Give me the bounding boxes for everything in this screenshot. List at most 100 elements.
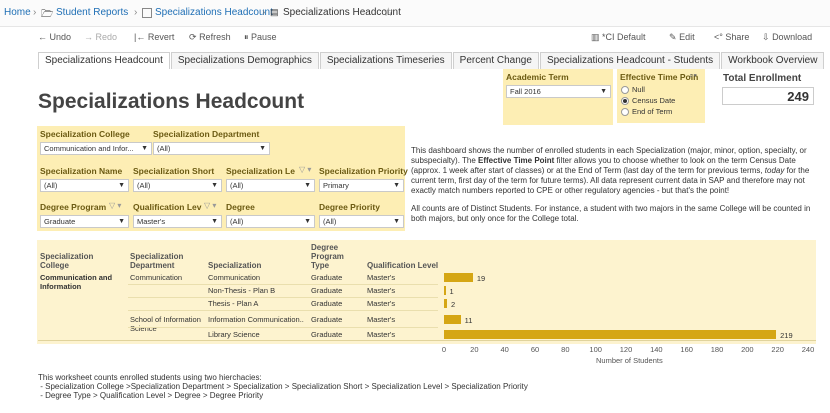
pause-icon: ⏸ [244, 32, 249, 42]
breadcrumb-workbook[interactable]: Specializations Headcount [155, 7, 273, 18]
pause-button[interactable]: ⏸ Pause [244, 32, 277, 43]
breadcrumb-home[interactable]: Home [4, 7, 31, 18]
tab-specializations-headcount[interactable]: Specializations Headcount [38, 52, 170, 69]
page-title: Specializations Headcount [38, 90, 305, 113]
qual-level-dropdown[interactable]: Master's ▼ [133, 215, 222, 228]
tab-percent-change[interactable]: Percent Change [452, 52, 539, 69]
bar-3[interactable] [444, 315, 461, 324]
bar-value-label: 11 [464, 316, 473, 325]
bar-value-label: 219 [780, 331, 793, 340]
view-icon: ▥ [591, 32, 600, 42]
x-axis-tick: 240 [801, 345, 815, 354]
degree-filter-label: Degree [226, 202, 255, 212]
custom-view-button[interactable]: ▥ *CI Default [591, 32, 646, 43]
degree-dropdown[interactable]: (All) ▼ [226, 215, 315, 228]
department-filter-label: Specialization Department [153, 129, 260, 139]
filter-icon[interactable]: ▽ ▾ [204, 201, 216, 210]
col-header-program-type: Degree Program Type [311, 243, 344, 270]
revert-icon: |← [134, 32, 146, 42]
qualification-cell: Master's [367, 330, 396, 339]
department-cell: Communication [130, 273, 183, 282]
filter-icon[interactable]: ▽ ▾ [109, 201, 121, 210]
caret-down-icon: ▼ [118, 182, 125, 189]
download-icon: ⇩ [762, 32, 770, 42]
option-census-date[interactable]: Census Date [621, 96, 675, 106]
x-axis-tick: 140 [650, 345, 663, 354]
radio-icon [621, 86, 629, 95]
degree-program-dropdown[interactable]: Graduate ▼ [40, 215, 129, 228]
tab-specializations-headcount-students[interactable]: Specializations Headcount - Students [539, 52, 721, 69]
specialization-cell: Communication [208, 273, 261, 282]
sheet-tabs: Specializations Headcount Specialization… [38, 52, 825, 69]
academic-term-label: Academic Term [506, 72, 569, 82]
edit-button[interactable]: ✎ Edit [669, 32, 695, 43]
undo-icon: ← [38, 32, 47, 42]
share-button[interactable]: <° Share [714, 32, 749, 42]
tab-specializations-demographics[interactable]: Specializations Demographics [170, 52, 319, 69]
breadcrumb-student-reports[interactable]: Student Reports [56, 7, 128, 18]
degree-program-filter-label: Degree Program [40, 202, 107, 212]
refresh-button[interactable]: ⟳ Refresh [189, 32, 231, 43]
x-axis-tick: 180 [710, 345, 724, 354]
name-dropdown[interactable]: (All) ▼ [40, 179, 129, 192]
tab-workbook-overview[interactable]: Workbook Overview [721, 52, 825, 69]
department-cell: School of Information Science [130, 315, 201, 333]
search-icon[interactable]: ⌕▾ [689, 71, 697, 81]
bar-0[interactable] [444, 273, 473, 282]
x-axis-tick: 100 [589, 345, 602, 354]
specialization-cell: Non-Thesis - Plan B [208, 286, 276, 295]
x-axis-tick: 20 [470, 345, 479, 354]
revert-button[interactable]: |← Revert [134, 32, 174, 42]
download-button[interactable]: ⇩ Download [762, 32, 812, 43]
favorite-star-icon[interactable]: ☆ [383, 5, 394, 19]
x-axis-tick: 200 [741, 345, 754, 354]
chevron-right-icon: › [262, 7, 266, 18]
priority-filter-label: Specialization Priority [319, 166, 408, 176]
program-type-cell: Graduate [311, 315, 343, 324]
college-cell: Communication and Information [40, 273, 113, 291]
program-type-cell: Graduate [311, 330, 343, 339]
bar-2[interactable] [444, 299, 448, 308]
level-dropdown[interactable]: (All) ▼ [226, 179, 315, 192]
total-enrollment-box: 249 [722, 87, 814, 105]
caret-down-icon: ▼ [393, 182, 400, 189]
option-end-of-term[interactable]: End of Term [621, 107, 672, 117]
specialization-cell: Thesis - Plan A [208, 299, 259, 308]
degree-priority-dropdown[interactable]: (All) ▼ [319, 215, 404, 228]
x-axis-tick: 160 [680, 345, 693, 354]
academic-term-dropdown[interactable]: Fall 2016 ▼ [506, 85, 611, 98]
chevron-right-icon: › [33, 7, 37, 18]
department-dropdown[interactable]: (All) ▼ [153, 142, 270, 155]
chevron-right-icon: › [134, 7, 138, 18]
distinct-counts-note: All counts are of Distinct Students. For… [411, 204, 811, 223]
col-header-college: Specialization College [40, 252, 94, 270]
row-separator [128, 327, 438, 328]
redo-button[interactable]: → Redo [84, 32, 117, 42]
specialization-cell: Library Science [208, 330, 260, 339]
qualification-cell: Master's [367, 273, 396, 282]
program-type-cell: Graduate [311, 286, 343, 295]
col-header-department: Specialization Department [130, 252, 184, 270]
caret-down-icon: ▼ [211, 182, 218, 189]
college-dropdown[interactable]: Communication and Infor... ▼ [40, 142, 152, 155]
qualification-cell: Master's [367, 286, 396, 295]
radio-icon [621, 108, 629, 117]
caret-down-icon: ▼ [211, 218, 218, 225]
short-dropdown[interactable]: (All) ▼ [133, 179, 222, 192]
caret-down-icon: ▼ [393, 218, 400, 225]
bar-1[interactable] [444, 286, 446, 295]
bar-4[interactable] [444, 330, 777, 339]
total-enrollment-label: Total Enrollment [723, 73, 802, 84]
x-axis-tick: 0 [441, 345, 447, 354]
footer-note: This worksheet counts enrolled students … [38, 373, 528, 400]
table-divider [38, 340, 816, 341]
undo-button[interactable]: ← Undo [38, 32, 71, 42]
workbook-icon [142, 8, 152, 18]
x-axis-tick: 40 [500, 345, 509, 354]
redo-icon: → [84, 32, 93, 42]
filter-icon[interactable]: ▽ ▾ [299, 165, 311, 174]
option-null[interactable]: Null [621, 85, 645, 95]
caret-down-icon: ▼ [259, 145, 266, 152]
priority-dropdown[interactable]: Primary ▼ [319, 179, 404, 192]
tab-specializations-timeseries[interactable]: Specializations Timeseries [319, 52, 452, 69]
